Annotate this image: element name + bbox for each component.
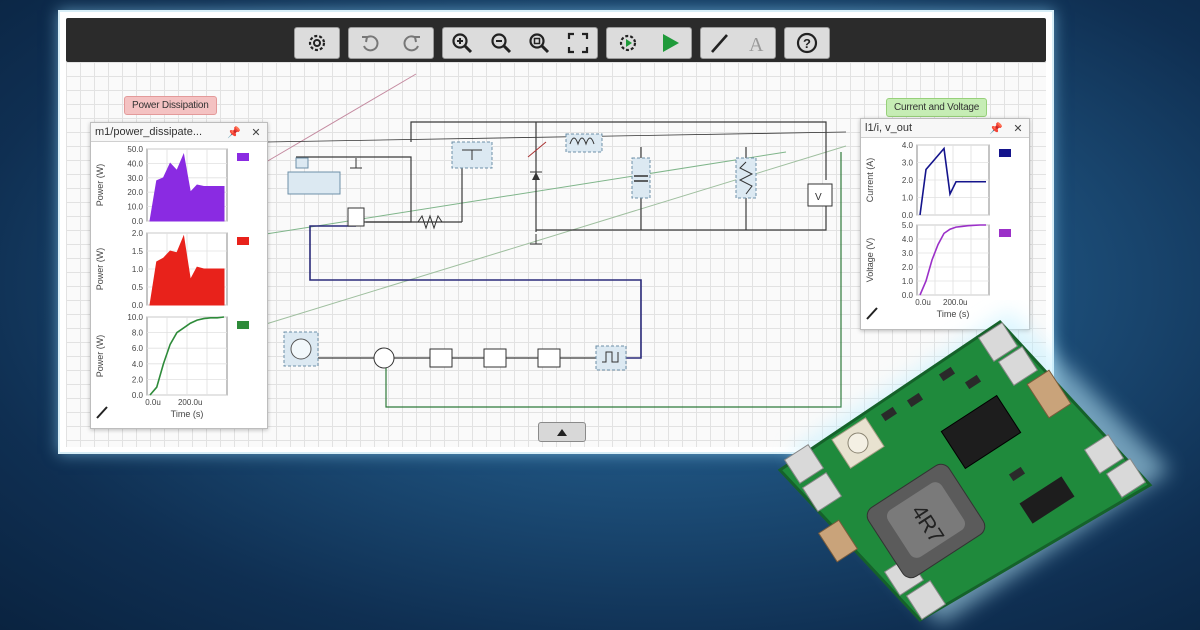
close-icon[interactable]: ✕ (1011, 121, 1025, 135)
y-axis-label: Current (A) (865, 158, 875, 203)
y-tick-label: 2.0 (902, 176, 914, 185)
y-axis-label: Power (W) (95, 248, 105, 291)
y-tick-label: 30.0 (127, 174, 143, 183)
y-tick-label: 0.0 (132, 217, 144, 226)
y-tick-label: 0.0 (902, 291, 914, 300)
scope-title: l1/i, v_out (865, 122, 913, 134)
zoom-in-icon[interactable] (446, 29, 478, 57)
pen-icon[interactable] (704, 29, 736, 57)
y-tick-label: 20.0 (127, 188, 143, 197)
y-tick-label: 3.0 (902, 249, 914, 258)
y-tick-label: 1.0 (132, 265, 144, 274)
y-tick-label: 0.0 (902, 211, 914, 220)
scope-header[interactable]: m1/power_dissipate... 📌 ✕ (91, 123, 267, 142)
plot-purple: 50.0 40.0 30.0 20.0 10.0 0.0 Power (W) (91, 145, 267, 227)
y-tick-label: 10.0 (127, 203, 143, 212)
legend-swatch (237, 321, 249, 329)
y-tick-label: 1.0 (902, 194, 914, 203)
y-tick-label: 4.0 (132, 360, 144, 369)
legend-swatch (999, 149, 1011, 157)
gear-icon[interactable] (301, 29, 333, 57)
power-dissipation-scope[interactable]: m1/power_dissipate... 📌 ✕ 50.0 40.0 30.0 20… (90, 122, 268, 429)
y-tick-label: 3.0 (902, 159, 914, 168)
close-icon[interactable]: ✕ (249, 125, 263, 139)
y-tick-label: 5.0 (902, 221, 914, 230)
legend-swatch (999, 229, 1011, 237)
y-tick-label: 6.0 (132, 344, 144, 353)
y-tick-label: 50.0 (127, 145, 143, 154)
y-tick-label: 4.0 (902, 141, 914, 150)
chevron-up-icon (557, 429, 567, 436)
legend-swatch (237, 153, 249, 161)
y-tick-label: 1.0 (902, 277, 914, 286)
y-axis-label: Power (W) (95, 164, 105, 207)
y-tick-label: 0.5 (132, 283, 144, 292)
fullscreen-icon[interactable] (562, 29, 594, 57)
redo-icon[interactable] (396, 29, 428, 57)
scope-title: m1/power_dissipate... (95, 126, 202, 138)
current-voltage-tag[interactable]: Current and Voltage (886, 98, 988, 117)
y-axis-label: Voltage (V) (865, 238, 875, 283)
pin-icon[interactable]: 📌 (227, 125, 241, 139)
svg-text:A: A (749, 34, 764, 55)
power-dissipation-tag[interactable]: Power Dissipation (124, 96, 217, 115)
toolbar: A ? (66, 18, 1046, 62)
toolbar-group-settings (294, 27, 340, 59)
y-axis-label: Power (W) (95, 335, 105, 378)
collapse-panel-button[interactable] (538, 422, 586, 442)
y-tick-label: 2.0 (902, 263, 914, 272)
text-icon[interactable]: A (741, 29, 773, 57)
help-icon[interactable]: ? (791, 29, 823, 57)
y-tick-label: 0.0 (132, 301, 144, 310)
y-tick-label: 40.0 (127, 159, 143, 168)
y-tick-label: 10.0 (127, 313, 143, 322)
y-tick-label: 2.0 (132, 229, 144, 238)
legend-swatch (237, 237, 249, 245)
zoom-fit-icon[interactable] (523, 29, 555, 57)
x-axis-label: Time (s) (171, 409, 204, 419)
zoom-out-icon[interactable] (485, 29, 517, 57)
y-tick-label: 4.0 (902, 235, 914, 244)
pin-icon[interactable]: 📌 (989, 121, 1003, 135)
y-tick-label: 2.0 (132, 375, 144, 384)
plot-green: 10.0 8.0 6.0 4.0 2.0 0.0 Power (W) 0.0u 200.0u Ti… (91, 313, 267, 425)
plot-red: 2.0 1.5 1.0 0.5 0.0 Power (W) (91, 229, 267, 311)
svg-text:V: V (815, 192, 822, 203)
toolbar-group-help: ? (784, 27, 830, 59)
y-tick-label: 8.0 (132, 329, 144, 338)
buck-converter-board-image: 4R7 (777, 310, 1170, 625)
pen-icon[interactable] (95, 405, 109, 424)
y-tick-label: 0.0 (132, 391, 144, 400)
x-tick-label: 0.0u (145, 398, 161, 407)
toolbar-group-zoom (442, 27, 598, 59)
toolbar-group-annotate: A (700, 27, 776, 59)
current-voltage-scope[interactable]: l1/i, v_out 📌 ✕ 4.0 3.0 2.0 1.0 0.0 Current (… (860, 118, 1030, 330)
toolbar-group-history (348, 27, 434, 59)
y-tick-label: 1.5 (132, 247, 144, 256)
plot-current: 4.0 3.0 2.0 1.0 0.0 Current (A) (861, 141, 1029, 221)
undo-icon[interactable] (354, 29, 386, 57)
sim-settings-icon[interactable] (612, 29, 644, 57)
toolbar-group-simulate (606, 27, 692, 59)
play-icon[interactable] (654, 29, 686, 57)
svg-text:?: ? (803, 36, 811, 51)
x-tick-label: 200.0u (178, 398, 202, 407)
scope-header[interactable]: l1/i, v_out 📌 ✕ (861, 119, 1029, 138)
